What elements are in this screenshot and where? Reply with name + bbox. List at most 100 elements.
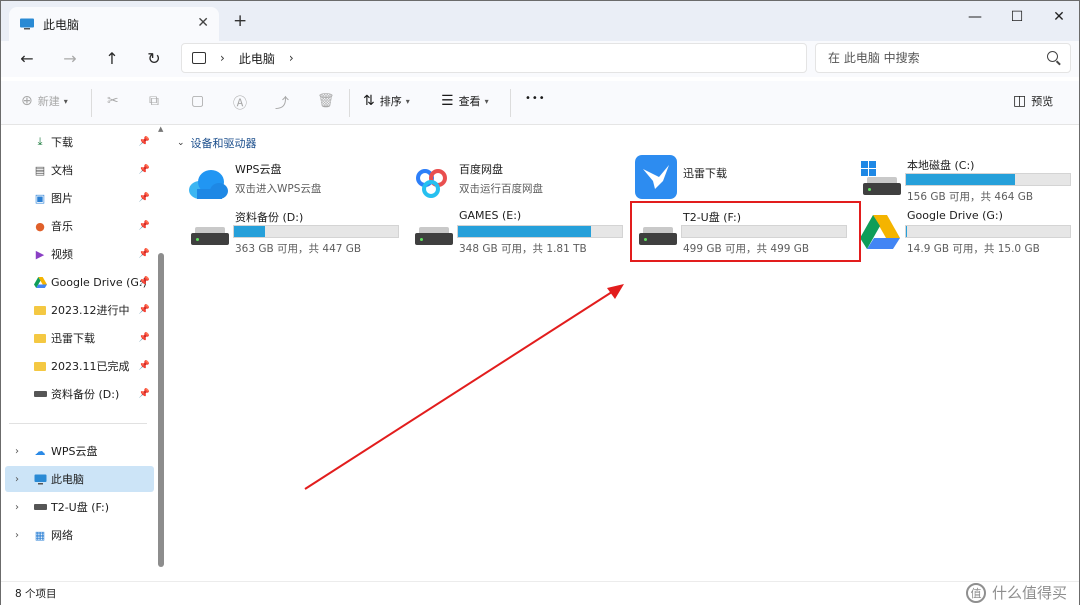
sidebar-item-google-drive[interactable]: Google Drive (G:) 📌 xyxy=(5,269,154,295)
breadcrumb-this-pc[interactable]: 此电脑 xyxy=(239,50,275,67)
pin-icon: 📌 xyxy=(138,389,150,399)
watermark-text: 什么值得买 xyxy=(991,584,1067,602)
paste-button[interactable]: ▢ xyxy=(191,93,209,109)
trash-icon: 🗑 xyxy=(317,93,335,109)
sidebar-item-label: 文档 xyxy=(51,164,73,177)
sidebar-item-label: 资料备份 (D:) xyxy=(51,388,120,401)
minimize-button[interactable]: — xyxy=(955,5,995,29)
sidebar-item-label: WPS云盘 xyxy=(51,445,98,458)
file-explorer-window: 此电脑 ✕ + — ☐ ✕ ← → ↑ ↻ › 此电脑 › ⊕ 新建 ▾ ✂ xyxy=(0,0,1080,605)
rename-button[interactable]: Ⓐ xyxy=(233,93,252,113)
chevron-right-icon[interactable]: › xyxy=(15,446,19,457)
music-icon: ● xyxy=(35,219,45,233)
navigation-pane: ⤓ 下载 📌 ▤ 文档 📌 ▣ 图片 📌 ● 音乐 📌 ▶ 视频 📌 Googl… xyxy=(1,125,169,581)
rename-icon: Ⓐ xyxy=(233,96,247,112)
preview-pane-button[interactable]: ◫ 预览 xyxy=(1013,93,1053,109)
computer-icon xyxy=(192,52,206,64)
cut-button[interactable]: ✂ xyxy=(107,93,124,109)
download-icon: ⤓ xyxy=(37,135,43,148)
tab-title: 此电脑 xyxy=(43,17,80,32)
scroll-up-icon[interactable]: ▲ xyxy=(158,125,163,133)
sidebar-item-pictures[interactable]: ▣ 图片 📌 xyxy=(5,185,154,211)
new-button[interactable]: ⊕ 新建 ▾ xyxy=(21,93,68,109)
folder-icon xyxy=(33,360,47,372)
address-bar[interactable]: › 此电脑 › xyxy=(181,43,807,73)
sidebar-item-drive-d[interactable]: 资料备份 (D:) 📌 xyxy=(5,381,154,407)
pin-icon: 📌 xyxy=(138,249,150,259)
navigation-bar: ← → ↑ ↻ › 此电脑 › xyxy=(1,41,1079,77)
chevron-right-icon[interactable]: › xyxy=(15,530,19,541)
sidebar-item-label: 此电脑 xyxy=(51,473,84,486)
command-bar: ⊕ 新建 ▾ ✂ ⧉ ▢ Ⓐ ⤴ 🗑 ⇅ 排序 ▾ ☰ 查看 ▾ ••• ◫ 预… xyxy=(1,81,1079,125)
sidebar-item-label: 迅雷下载 xyxy=(51,332,95,345)
maximize-button[interactable]: ☐ xyxy=(997,5,1037,29)
more-options-button[interactable]: ••• xyxy=(525,93,546,104)
sidebar-item-documents[interactable]: ▤ 文档 📌 xyxy=(5,157,154,183)
back-button[interactable]: ← xyxy=(13,46,41,70)
search-icon[interactable] xyxy=(1047,51,1058,62)
share-button[interactable]: ⤴ xyxy=(275,93,294,113)
forward-button[interactable]: → xyxy=(56,46,84,70)
network-icon: ▦ xyxy=(34,528,46,542)
pin-icon: 📌 xyxy=(138,305,150,315)
clipboard-icon: ▢ xyxy=(191,93,205,109)
folder-icon xyxy=(33,304,47,316)
sort-label: 排序 xyxy=(379,95,402,108)
sidebar-item-folder-2023-11[interactable]: 2023.11已完成 📌 xyxy=(5,353,154,379)
new-tab-button[interactable]: + xyxy=(233,11,247,31)
copy-button[interactable]: ⧉ xyxy=(149,93,164,109)
pin-icon: 📌 xyxy=(138,277,150,287)
sidebar-item-label: 下载 xyxy=(51,136,73,149)
sidebar-item-label: 2023.12进行中 xyxy=(51,304,130,317)
view-label: 查看 xyxy=(458,95,481,108)
view-list-icon: ☰ xyxy=(441,93,454,109)
sort-button[interactable]: ⇅ 排序 ▾ xyxy=(363,93,410,109)
sidebar-item-folder-xunlei[interactable]: 迅雷下载 📌 xyxy=(5,325,154,351)
sidebar-item-music[interactable]: ● 音乐 📌 xyxy=(5,213,154,239)
close-button[interactable]: ✕ xyxy=(1039,5,1079,29)
toolbar-divider xyxy=(510,89,511,117)
chevron-right-icon[interactable]: › xyxy=(289,51,294,65)
new-label: 新建 xyxy=(37,95,60,108)
chevron-right-icon[interactable]: › xyxy=(15,474,19,485)
toolbar-divider xyxy=(349,89,350,117)
tab-close-icon[interactable]: ✕ xyxy=(197,15,209,31)
view-button[interactable]: ☰ 查看 ▾ xyxy=(441,93,489,109)
sidebar-item-this-pc[interactable]: › 此电脑 xyxy=(5,466,154,492)
pin-icon: 📌 xyxy=(138,333,150,343)
annotation-arrow xyxy=(304,284,624,490)
sidebar-divider xyxy=(9,423,147,424)
picture-icon: ▣ xyxy=(34,191,46,205)
scrollbar-thumb[interactable] xyxy=(158,253,164,567)
sidebar-item-downloads[interactable]: ⤓ 下载 📌 xyxy=(5,129,154,155)
sidebar-item-label: Google Drive (G:) xyxy=(51,275,147,289)
toolbar-divider xyxy=(91,89,92,117)
tab-this-pc[interactable]: 此电脑 ✕ xyxy=(9,7,219,41)
refresh-button[interactable]: ↻ xyxy=(140,46,168,70)
pin-icon: 📌 xyxy=(138,361,150,371)
preview-label: 预览 xyxy=(1031,95,1054,108)
copy-icon: ⧉ xyxy=(149,93,159,109)
pin-icon: 📌 xyxy=(138,221,150,231)
search-box[interactable] xyxy=(815,43,1071,73)
usb-drive-icon xyxy=(33,501,47,513)
sidebar-item-folder-2023-12[interactable]: 2023.12进行中 📌 xyxy=(5,297,154,323)
up-button[interactable]: ↑ xyxy=(98,46,126,70)
sidebar-scrollbar[interactable]: ▲ xyxy=(158,125,164,567)
item-count: 8 个项目 xyxy=(15,588,57,600)
sidebar-item-label: T2-U盘 (F:) xyxy=(51,501,109,514)
chevron-down-icon: ▾ xyxy=(484,96,489,106)
content-pane: ⌄ 设备和驱动器 WPS云盘 双击进入WPS云盘 百度网盘 双击运行百度网盘 迅… xyxy=(169,125,1079,581)
search-input[interactable] xyxy=(828,51,1038,65)
computer-icon xyxy=(20,18,34,30)
sidebar-item-network[interactable]: › ▦ 网络 xyxy=(5,522,154,548)
delete-button[interactable]: 🗑 xyxy=(317,93,340,109)
cloud-icon: ☁ xyxy=(34,444,46,458)
sidebar-item-label: 视频 xyxy=(51,248,73,261)
chevron-right-icon[interactable]: › xyxy=(15,502,19,513)
sidebar-item-wps-cloud[interactable]: › ☁ WPS云盘 xyxy=(5,438,154,464)
sidebar-item-usb-f[interactable]: › T2-U盘 (F:) xyxy=(5,494,154,520)
chevron-down-icon: ▾ xyxy=(63,96,68,106)
computer-icon xyxy=(33,473,47,485)
sidebar-item-videos[interactable]: ▶ 视频 📌 xyxy=(5,241,154,267)
